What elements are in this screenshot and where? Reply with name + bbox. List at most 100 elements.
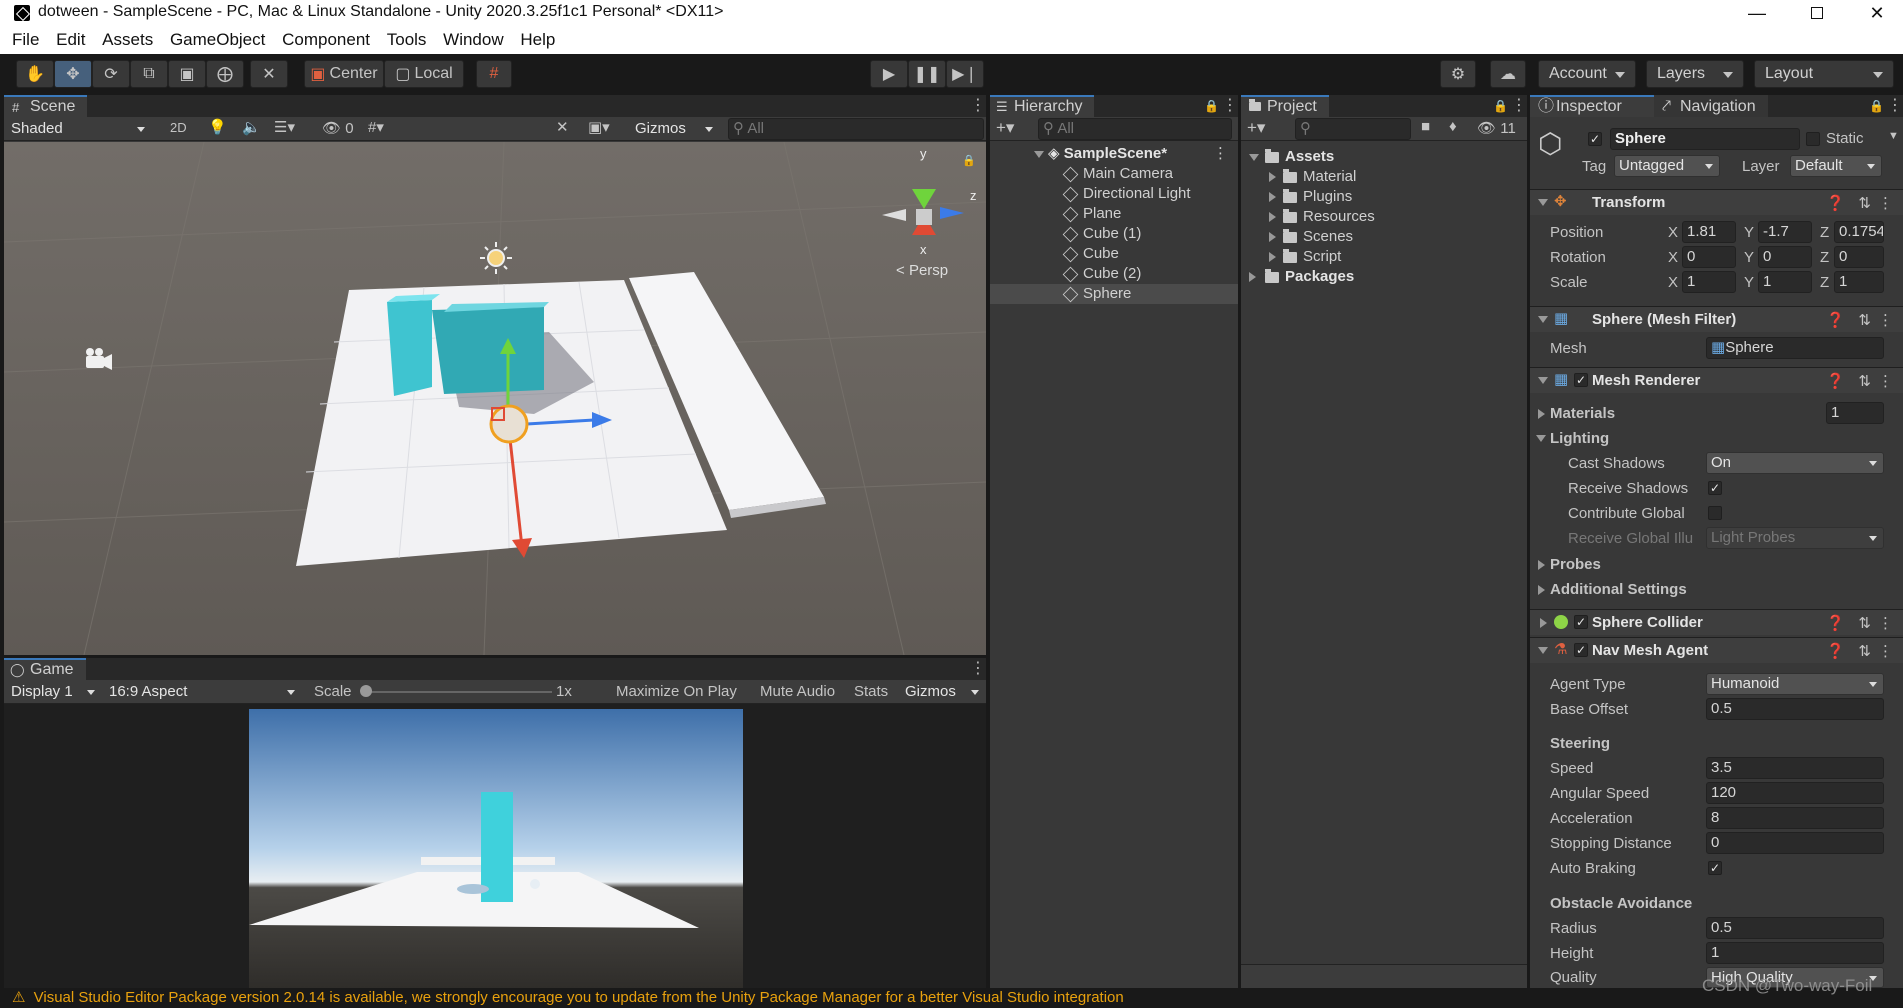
hierarchy-item-selected[interactable]: Sphere (990, 284, 1238, 304)
hierarchy-lock-icon[interactable]: 🔒 (1204, 98, 1219, 114)
effects-toggle-icon[interactable]: ☰▾ (274, 118, 295, 136)
transform-tool-button[interactable]: ⨁ (206, 60, 244, 88)
project-folder-item[interactable]: Plugins (1241, 187, 1527, 207)
game-menu-icon[interactable]: ⋮ (970, 661, 986, 677)
grid-toggle-icon[interactable]: #▾ (368, 118, 384, 136)
assets-folder[interactable]: Assets (1241, 147, 1527, 167)
position-z-field[interactable]: 0.1754 (1834, 221, 1884, 243)
receive-shadows-checkbox[interactable]: ✓ (1708, 481, 1722, 495)
rotation-z-field[interactable]: 0 (1834, 246, 1884, 268)
hierarchy-item[interactable]: Cube (2) (990, 264, 1238, 284)
status-bar[interactable]: ⚠ Visual Studio Editor Package version 2… (0, 988, 1903, 1008)
scene-search-input[interactable]: ⚲ All (728, 118, 984, 140)
active-checkbox[interactable]: ✓ (1588, 132, 1602, 146)
tab-navigation[interactable]: ⤤ Navigation (1654, 95, 1768, 117)
collapse-arrow-icon[interactable] (1536, 435, 1546, 442)
tab-project[interactable]: Project (1241, 95, 1329, 117)
hand-tool-button[interactable]: ✋ (16, 60, 54, 88)
minimize-button[interactable]: — (1734, 0, 1780, 26)
probes-foldout[interactable]: Probes (1538, 556, 1601, 573)
collapse-arrow-icon[interactable] (1538, 199, 1548, 206)
hierarchy-item[interactable]: Cube (1) (990, 224, 1238, 244)
display-dropdown[interactable]: Display 1 (6, 681, 102, 703)
expand-arrow-icon[interactable] (1269, 232, 1276, 242)
project-folder-item[interactable]: Script (1241, 247, 1527, 267)
scene-options-icon[interactable]: ⋮ (1213, 144, 1228, 164)
expand-arrow-icon[interactable] (1538, 560, 1545, 570)
expand-arrow-icon[interactable] (1269, 192, 1276, 202)
project-menu-icon[interactable]: ⋮ (1511, 98, 1527, 114)
mesh-filter-header[interactable]: ▦ Sphere (Mesh Filter) ❓ ⇅ ⋮ (1530, 306, 1903, 332)
project-folder-item[interactable]: Scenes (1241, 227, 1527, 247)
rotation-x-field[interactable]: 0 (1682, 246, 1736, 268)
cast-shadows-dropdown[interactable]: On (1706, 452, 1884, 474)
cloud-button[interactable]: ☁ (1490, 60, 1526, 88)
aspect-dropdown[interactable]: 16:9 Aspect (104, 681, 302, 703)
layout-dropdown[interactable]: Layout (1754, 60, 1894, 88)
project-search-input[interactable]: ⚲ (1295, 118, 1411, 140)
grid-snap-button[interactable]: # (476, 60, 512, 88)
account-dropdown[interactable]: Account (1538, 60, 1636, 88)
hierarchy-add-button[interactable]: +▾ (996, 118, 1014, 138)
gizmos-dropdown[interactable]: Gizmos (630, 118, 720, 140)
acceleration-field[interactable]: 8 (1706, 807, 1884, 829)
sphere-collider-header[interactable]: ✓ Sphere Collider ❓ ⇅ ⋮ (1530, 609, 1903, 635)
scale-slider-track[interactable] (364, 691, 552, 693)
pivot-center-button[interactable]: ▣ Center (304, 60, 384, 88)
static-dropdown-icon[interactable]: ▼ (1888, 130, 1899, 142)
inspector-lock-icon[interactable]: 🔒 (1869, 98, 1884, 114)
project-lock-icon[interactable]: 🔒 (1493, 98, 1508, 114)
help-icon[interactable]: ❓ (1826, 642, 1845, 660)
component-menu-icon[interactable]: ⋮ (1878, 614, 1893, 632)
hierarchy-item[interactable]: Directional Light (990, 184, 1238, 204)
rotation-y-field[interactable]: 0 (1758, 246, 1812, 268)
maximize-on-play-toggle[interactable]: Maximize On Play (616, 683, 737, 700)
lighting-foldout[interactable]: Lighting (1536, 430, 1609, 447)
contribute-gi-checkbox[interactable] (1708, 506, 1722, 520)
nav-mesh-agent-enabled-checkbox[interactable]: ✓ (1574, 643, 1588, 657)
sphere-collider-enabled-checkbox[interactable]: ✓ (1574, 615, 1588, 629)
scene-menu-icon[interactable]: ⋮ (970, 98, 986, 114)
additional-settings-foldout[interactable]: Additional Settings (1538, 581, 1687, 598)
camera-settings-icon[interactable]: ▣▾ (588, 118, 610, 136)
mute-audio-toggle[interactable]: Mute Audio (760, 683, 835, 700)
project-folder-item[interactable]: Material (1241, 167, 1527, 187)
speed-field[interactable]: 3.5 (1706, 757, 1884, 779)
tag-dropdown[interactable]: Untagged (1614, 155, 1720, 177)
custom-tool-button[interactable]: ✕ (250, 60, 288, 88)
rotate-tool-button[interactable]: ⟳ (92, 60, 130, 88)
scale-x-field[interactable]: 1 (1682, 271, 1736, 293)
filter-type-icon[interactable]: ■ (1421, 118, 1430, 135)
2d-toggle[interactable]: 2D (170, 120, 187, 135)
collab-button[interactable]: ⚙ (1440, 60, 1476, 88)
tab-hierarchy[interactable]: ☰ Hierarchy (990, 95, 1095, 117)
scene-viewport[interactable]: y z x 🔒 < Persp (4, 142, 986, 655)
expand-arrow-icon[interactable] (1540, 618, 1547, 628)
angular-speed-field[interactable]: 120 (1706, 782, 1884, 804)
component-menu-icon[interactable]: ⋮ (1878, 372, 1893, 390)
scale-tool-button[interactable]: ⧉ (130, 60, 168, 88)
base-offset-field[interactable]: 0.5 (1706, 698, 1884, 720)
menu-help[interactable]: Help (520, 26, 555, 54)
filter-label-icon[interactable]: ♦ (1449, 118, 1457, 135)
component-menu-icon[interactable]: ⋮ (1878, 642, 1893, 660)
hierarchy-item[interactable]: Main Camera (990, 164, 1238, 184)
scene-tools-icon[interactable]: ✕ (556, 118, 569, 136)
expand-arrow-icon[interactable] (1538, 585, 1545, 595)
mesh-renderer-header[interactable]: ▦ ✓ Mesh Renderer ❓ ⇅ ⋮ (1530, 367, 1903, 393)
pause-button[interactable]: ❚❚ (908, 60, 946, 88)
layer-dropdown[interactable]: Default (1790, 155, 1882, 177)
presets-icon[interactable]: ⇅ (1858, 194, 1871, 212)
help-icon[interactable]: ❓ (1826, 194, 1845, 212)
help-icon[interactable]: ❓ (1826, 311, 1845, 329)
expand-arrow-icon[interactable] (1249, 154, 1259, 161)
component-menu-icon[interactable]: ⋮ (1878, 194, 1893, 212)
presets-icon[interactable]: ⇅ (1858, 311, 1871, 329)
hidden-packages-toggle[interactable]: 👁 11 (1477, 119, 1516, 137)
step-button[interactable]: ▶❘ (946, 60, 984, 88)
materials-size-field[interactable]: 1 (1826, 402, 1884, 424)
transform-header[interactable]: ✥ Transform ❓ ⇅ ⋮ (1530, 189, 1903, 215)
menu-gameobject[interactable]: GameObject (170, 26, 265, 54)
hidden-objects-toggle[interactable]: 👁 0 (322, 119, 354, 137)
menu-file[interactable]: File (12, 26, 39, 54)
